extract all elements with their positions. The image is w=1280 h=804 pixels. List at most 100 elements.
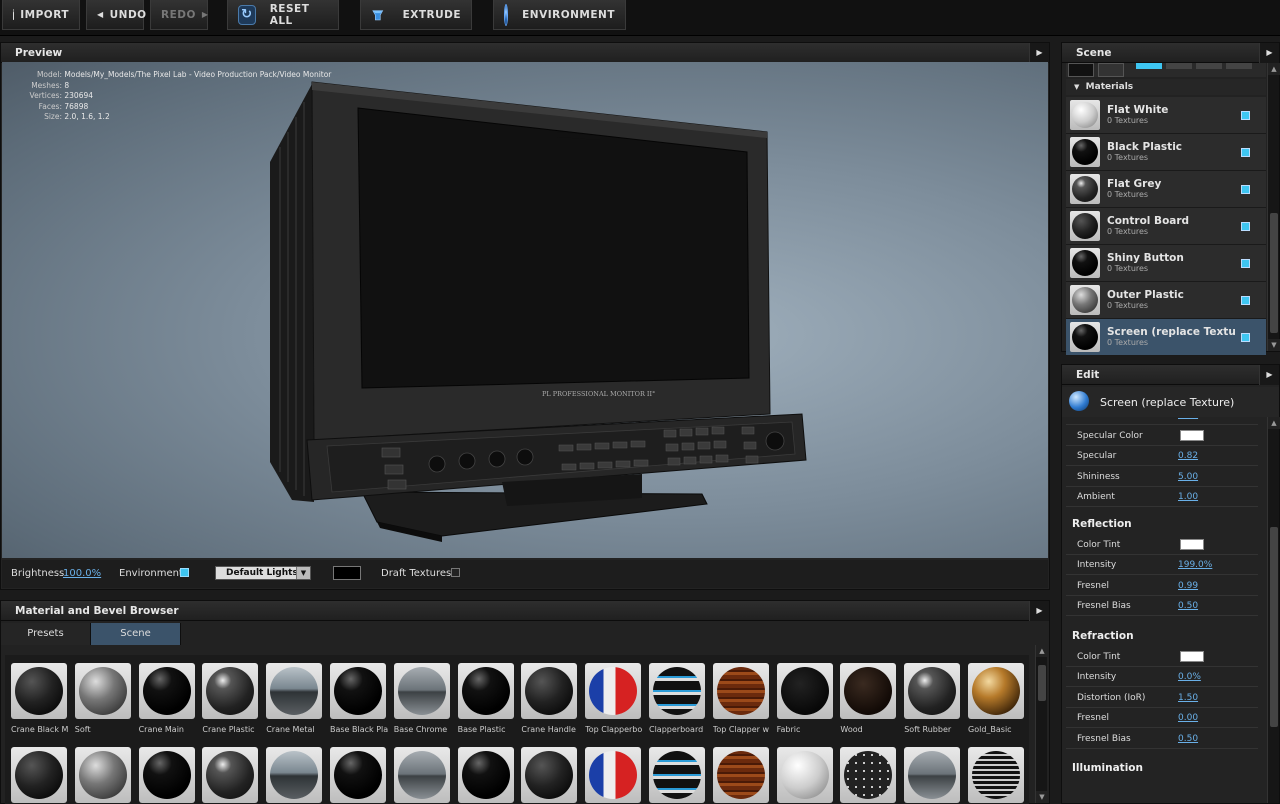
scene-scrollbar-thumb[interactable] bbox=[1270, 213, 1278, 333]
material-thumbnail[interactable]: Soft Rubber bbox=[904, 663, 961, 734]
material-thumbnail[interactable] bbox=[585, 747, 642, 803]
scroll-up-icon[interactable]: ▲ bbox=[1036, 645, 1048, 657]
property-value[interactable]: 0.50 bbox=[1178, 734, 1198, 744]
property-value[interactable]: 199.0% bbox=[1178, 560, 1212, 570]
property-value[interactable]: 0.0% bbox=[1178, 672, 1201, 682]
background-color-swatch[interactable] bbox=[333, 566, 361, 580]
extrude-button[interactable]: EXTRUDE bbox=[360, 0, 472, 30]
scene-scroll-up-icon[interactable]: ▲ bbox=[1268, 63, 1280, 75]
material-thumbnail[interactable]: Soft bbox=[74, 663, 131, 734]
material-visible-checkbox[interactable] bbox=[1241, 222, 1250, 231]
material-thumbnail[interactable]: Top Clapper w bbox=[712, 663, 769, 734]
scene-tab-1[interactable] bbox=[1136, 63, 1162, 69]
material-thumbnail[interactable]: Wood bbox=[840, 663, 897, 734]
material-thumbnail[interactable]: Base Plastic bbox=[457, 663, 514, 734]
draft-textures-checkbox[interactable] bbox=[451, 568, 460, 579]
material-list-item[interactable]: Black Plastic 0 Textures bbox=[1066, 134, 1266, 171]
material-thumbnail[interactable] bbox=[840, 747, 897, 803]
material-thumbnail[interactable]: Base Black Pla bbox=[330, 663, 388, 734]
material-thumbnail[interactable] bbox=[74, 747, 131, 803]
material-thumbnail[interactable] bbox=[776, 747, 833, 803]
property-row: Fresnel Bias 0.50 bbox=[1066, 729, 1258, 749]
material-list-item[interactable]: Shiny Button 0 Textures bbox=[1066, 245, 1266, 282]
scene-tab-3[interactable] bbox=[1196, 63, 1222, 69]
edit-expand-icon[interactable]: ▶ bbox=[1259, 365, 1279, 385]
materials-group-header[interactable]: ▼ Materials bbox=[1066, 79, 1266, 95]
brightness-value[interactable]: 100.0% bbox=[63, 568, 101, 579]
browser-expand-icon[interactable]: ▶ bbox=[1029, 601, 1049, 621]
material-thumbnail[interactable]: Crane Plastic bbox=[202, 663, 259, 734]
redo-button[interactable]: REDO ▶ bbox=[150, 0, 208, 30]
scene-materials-icon[interactable] bbox=[1098, 63, 1124, 77]
material-list-item[interactable]: Control Board 0 Textures bbox=[1066, 208, 1266, 245]
environment-button[interactable]: ENVIRONMENT bbox=[493, 0, 626, 30]
edit-scrollbar[interactable]: ▲ bbox=[1267, 417, 1280, 803]
material-list-item[interactable]: Flat White 0 Textures bbox=[1066, 97, 1266, 134]
scene-tree-icon[interactable] bbox=[1068, 63, 1094, 77]
material-thumbnail[interactable] bbox=[11, 747, 67, 803]
material-thumbnail[interactable] bbox=[649, 747, 705, 803]
material-thumbnail[interactable]: Clapperboard bbox=[649, 663, 705, 734]
material-thumbnail[interactable]: Crane Metal bbox=[266, 663, 323, 734]
material-thumbnail[interactable]: Crane Main bbox=[138, 663, 195, 734]
material-visible-checkbox[interactable] bbox=[1241, 296, 1250, 305]
preview-viewport[interactable]: Model: Models/My_Models/The Pixel Lab - … bbox=[2, 62, 1048, 558]
material-list-item[interactable]: Flat Grey 0 Textures bbox=[1066, 171, 1266, 208]
material-visible-checkbox[interactable] bbox=[1241, 111, 1250, 120]
tab-scene[interactable]: Scene bbox=[91, 623, 181, 645]
scrollbar-thumb[interactable] bbox=[1038, 665, 1046, 701]
material-visible-checkbox[interactable] bbox=[1241, 185, 1250, 194]
material-thumbnail[interactable] bbox=[266, 747, 323, 803]
material-sphere-preview bbox=[334, 751, 382, 799]
color-swatch[interactable] bbox=[1180, 538, 1204, 550]
edit-scroll-up-icon[interactable]: ▲ bbox=[1268, 417, 1280, 429]
property-value[interactable]: 0.00 bbox=[1178, 713, 1198, 723]
material-thumbnail-label: Crane Plastic bbox=[202, 725, 255, 734]
material-list-item[interactable]: Screen (replace Texture)0 Textures bbox=[1066, 319, 1266, 356]
scene-scroll-down-icon[interactable]: ▼ bbox=[1268, 339, 1280, 351]
environment-checkbox[interactable] bbox=[180, 568, 189, 579]
color-swatch[interactable] bbox=[1180, 429, 1204, 441]
scene-expand-icon[interactable]: ▶ bbox=[1259, 43, 1279, 63]
scroll-down-icon[interactable]: ▼ bbox=[1036, 791, 1048, 803]
undo-button[interactable]: ◀ UNDO bbox=[86, 0, 146, 30]
material-thumbnail[interactable] bbox=[712, 747, 769, 803]
edit-scrollbar-thumb[interactable] bbox=[1270, 527, 1278, 727]
tab-presets[interactable]: Presets bbox=[1, 623, 91, 645]
material-thumbnail[interactable]: Crane Handle bbox=[521, 663, 578, 734]
material-thumbnail[interactable] bbox=[968, 747, 1024, 803]
material-thumbnail[interactable]: Top Clapperbo bbox=[585, 663, 642, 734]
material-thumbnail[interactable]: Crane Black M bbox=[11, 663, 68, 734]
material-thumbnail[interactable]: Base Chrome bbox=[393, 663, 450, 734]
scene-scrollbar[interactable]: ▲ ▼ bbox=[1267, 63, 1280, 351]
material-list-item[interactable]: Outer Plastic 0 Textures bbox=[1066, 282, 1266, 319]
material-visible-checkbox[interactable] bbox=[1241, 259, 1250, 268]
material-visible-checkbox[interactable] bbox=[1241, 333, 1250, 342]
property-value[interactable]: 1.00 bbox=[1178, 417, 1198, 420]
property-value[interactable]: 1.50 bbox=[1178, 693, 1198, 703]
reset-all-button[interactable]: ↻ RESET ALL bbox=[227, 0, 339, 30]
material-thumbnail[interactable] bbox=[202, 747, 259, 803]
scene-tab-4[interactable] bbox=[1226, 63, 1252, 69]
preview-expand-icon[interactable]: ▶ bbox=[1029, 43, 1049, 63]
material-thumbnail[interactable] bbox=[521, 747, 578, 803]
material-thumbnail[interactable] bbox=[904, 747, 961, 803]
browser-scrollbar[interactable]: ▲ ▼ bbox=[1035, 645, 1048, 803]
material-thumbnail[interactable]: Fabric bbox=[776, 663, 833, 734]
property-value[interactable]: 0.82 bbox=[1178, 451, 1198, 461]
property-value[interactable]: 5.00 bbox=[1178, 472, 1198, 482]
material-thumbnail[interactable] bbox=[393, 747, 450, 803]
material-thumbnail[interactable] bbox=[330, 747, 386, 803]
lights-dropdown[interactable]: Default Lights ▼ bbox=[215, 566, 311, 580]
material-thumbnail[interactable] bbox=[138, 747, 195, 803]
property-value[interactable]: 0.99 bbox=[1178, 581, 1198, 591]
property-value[interactable]: 0.50 bbox=[1178, 601, 1198, 611]
material-visible-checkbox[interactable] bbox=[1241, 148, 1250, 157]
material-thumbnail[interactable]: Gold_Basic bbox=[968, 663, 1024, 734]
color-swatch[interactable] bbox=[1180, 650, 1204, 662]
material-thumbnail[interactable] bbox=[457, 747, 514, 803]
property-value[interactable]: 1.00 bbox=[1178, 492, 1198, 502]
scene-tab-2[interactable] bbox=[1166, 63, 1192, 69]
property-row: Color Tint bbox=[1066, 535, 1258, 555]
import-button[interactable]: IMPORT bbox=[2, 0, 80, 30]
